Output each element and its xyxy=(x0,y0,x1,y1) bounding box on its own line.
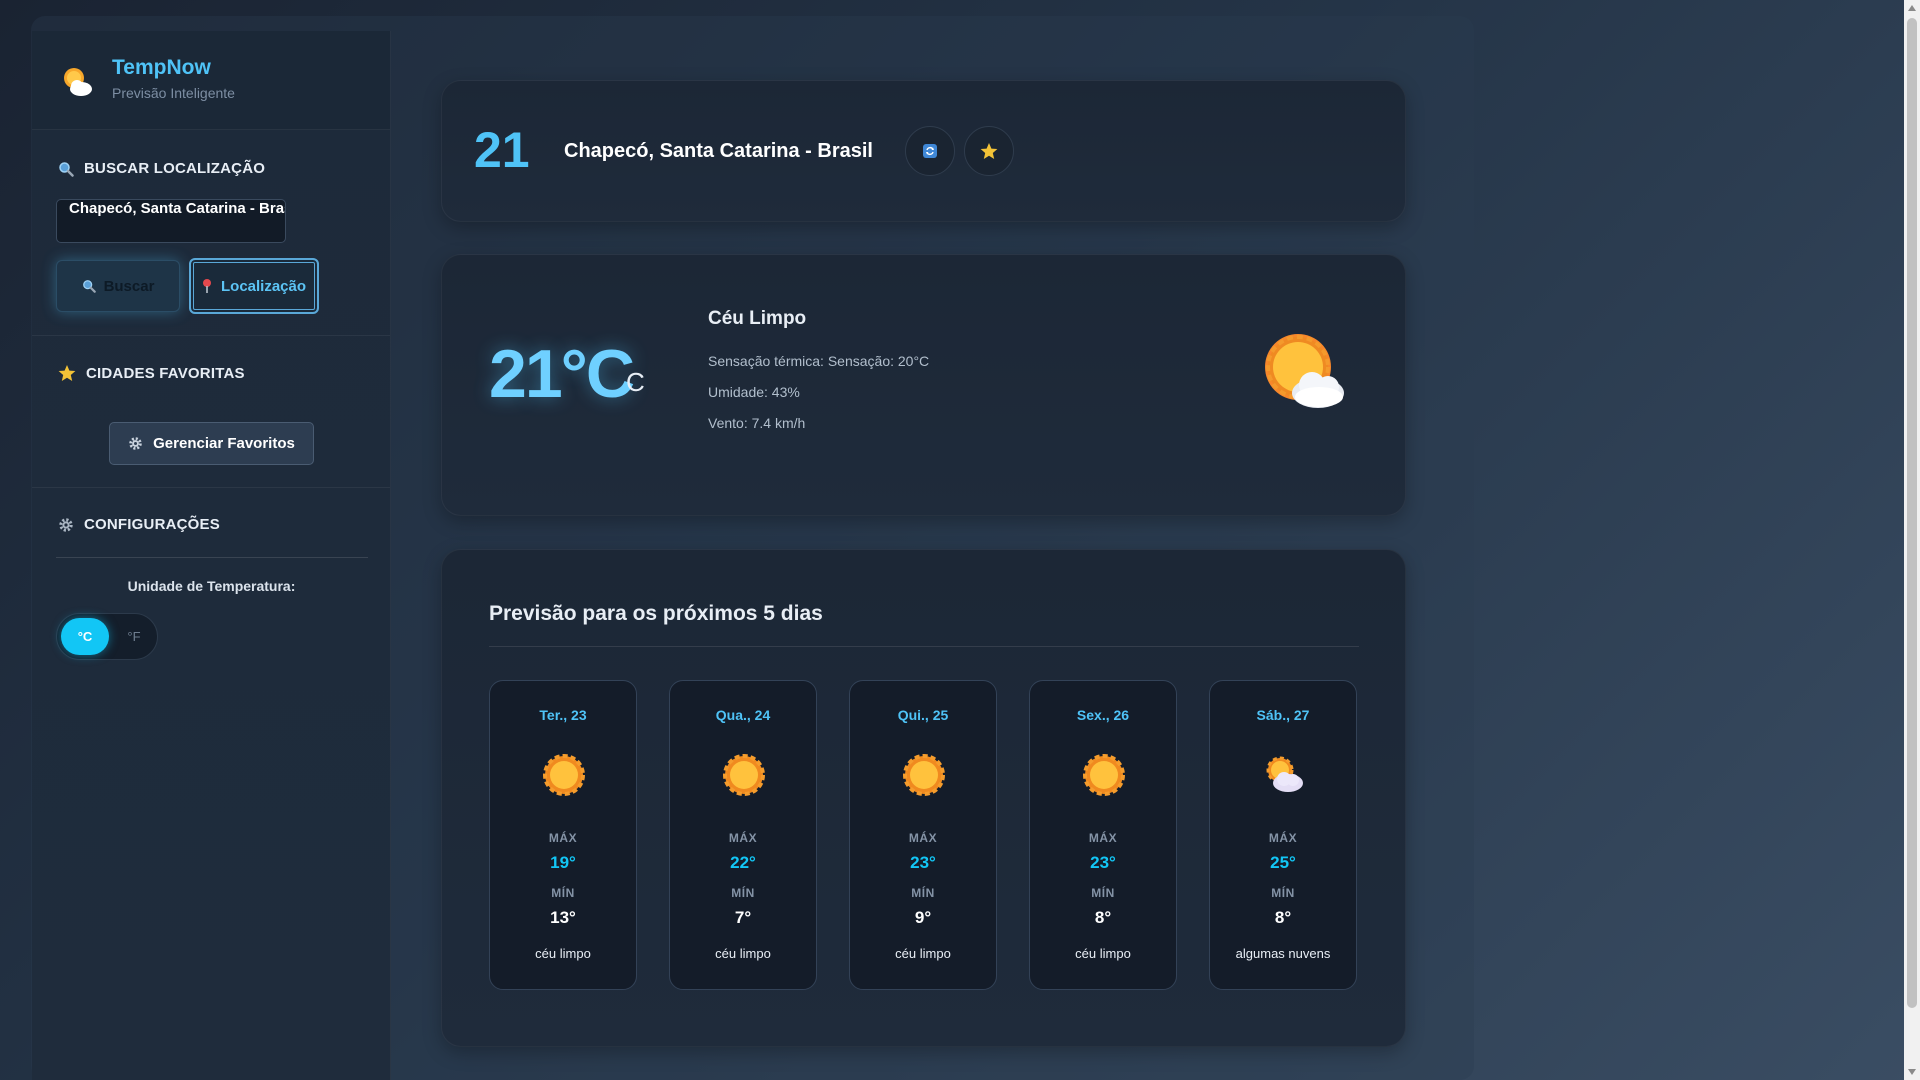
sun-cloud-icon xyxy=(64,68,92,96)
favorite-button[interactable] xyxy=(964,126,1014,176)
min-label: MÍN xyxy=(1091,886,1115,900)
forecast-day-card: Sáb., 27 MÁX 25° MÍN 8° algumas nuvens xyxy=(1209,680,1357,990)
search-button[interactable]: Buscar xyxy=(56,260,180,312)
forecast-day: Sex., 26 xyxy=(1076,707,1130,723)
brand: TempNow Previsão Inteligente xyxy=(32,31,390,130)
search-button-label: Buscar xyxy=(103,277,155,295)
current-weather-card: 21°C C Céu Limpo Sensação térmica: Sensa… xyxy=(441,254,1406,516)
scrollbar-thumb[interactable] xyxy=(1907,18,1917,1008)
min-temp: 13° xyxy=(550,908,576,927)
current-condition: Céu Limpo xyxy=(708,308,807,329)
unit-fahrenheit-option[interactable]: °F xyxy=(113,618,155,655)
unit-celsius-option[interactable]: °C xyxy=(61,618,109,655)
brand-title: TempNow xyxy=(112,56,211,79)
manage-favorites-label: Gerenciar Favoritos xyxy=(153,435,295,452)
forecast-day: Qua., 24 xyxy=(715,707,771,723)
forecast-description: céu limpo xyxy=(1075,946,1131,961)
current-temperature-unit: C xyxy=(626,367,645,397)
refresh-icon xyxy=(923,144,937,158)
forecast-description: céu limpo xyxy=(535,946,591,961)
brand-subtitle: Previsão Inteligente xyxy=(112,85,235,101)
search-input[interactable]: Chapecó, Santa Catarina - Brasil xyxy=(56,199,286,243)
forecast-day-card: Ter., 23 MÁX 19° MÍN 13° céu limpo xyxy=(489,680,637,990)
sun-cloud-icon xyxy=(1266,756,1303,792)
search-icon xyxy=(59,161,74,177)
current-temperature: 21°C xyxy=(489,336,635,412)
header-number: 21 xyxy=(474,122,530,178)
settings-section-title: CONFIGURAÇÕES xyxy=(58,516,220,533)
max-temp: 23° xyxy=(910,853,936,872)
sun-icon xyxy=(543,754,585,796)
sun-icon xyxy=(1083,754,1125,796)
max-label: MÁX xyxy=(548,831,578,845)
settings-section-label: CONFIGURAÇÕES xyxy=(84,516,220,533)
gear-icon xyxy=(129,437,142,450)
temperature-unit-label: Unidade de Temperatura: xyxy=(127,578,296,594)
page: TempNow Previsão Inteligente BUSCAR LOCA… xyxy=(0,0,1904,1080)
min-label: MÍN xyxy=(1271,886,1295,900)
scroll-up-arrow-icon[interactable] xyxy=(1908,5,1916,11)
favorites-section-label: CIDADES FAVORITAS xyxy=(86,364,245,382)
forecast-description: algumas nuvens xyxy=(1235,946,1331,961)
min-label: MÍN xyxy=(911,886,935,900)
feels-like: Sensação térmica: Sensação: 20°C xyxy=(708,353,930,369)
settings-section: CONFIGURAÇÕES Unidade de Temperatura: °C… xyxy=(32,488,390,688)
search-section-label: BUSCAR LOCALIZAÇÃO xyxy=(84,160,266,177)
min-label: MÍN xyxy=(731,886,755,900)
temperature-unit-toggle[interactable]: °C °F xyxy=(56,613,158,660)
forecast-day: Ter., 23 xyxy=(539,707,587,723)
forecast-day-card: Sex., 26 MÁX 23° MÍN 8° céu limpo xyxy=(1029,680,1177,990)
max-label: MÁX xyxy=(728,831,758,845)
header-location: Chapecó, Santa Catarina - Brasil xyxy=(564,140,873,162)
star-icon xyxy=(980,143,998,159)
max-temp: 22° xyxy=(730,853,756,872)
sun-icon xyxy=(903,754,945,796)
sun-cloud-icon xyxy=(1265,334,1344,408)
min-temp: 7° xyxy=(734,908,752,927)
scroll-down-arrow-icon[interactable] xyxy=(1908,1069,1916,1075)
settings-divider xyxy=(56,557,368,558)
forecast-day: Qui., 25 xyxy=(897,707,949,723)
forecast-day-card: Qui., 25 MÁX 23° MÍN 9° céu limpo xyxy=(849,680,997,990)
min-temp: 9° xyxy=(914,908,932,927)
forecast-description: céu limpo xyxy=(895,946,951,961)
max-temp: 25° xyxy=(1270,853,1296,872)
pin-icon xyxy=(203,279,211,293)
sidebar: TempNow Previsão Inteligente BUSCAR LOCA… xyxy=(32,31,391,1080)
sun-icon xyxy=(723,754,765,796)
max-label: MÁX xyxy=(908,831,938,845)
refresh-button[interactable] xyxy=(905,126,955,176)
min-temp: 8° xyxy=(1274,908,1292,927)
favorites-section: CIDADES FAVORITAS Gerenciar Favoritos xyxy=(32,336,390,488)
location-button[interactable]: Localização xyxy=(189,258,319,314)
wind-speed: Vento: 7.4 km/h xyxy=(708,415,806,431)
max-temp: 19° xyxy=(550,853,576,872)
min-label: MÍN xyxy=(551,886,575,900)
forecast-day: Sáb., 27 xyxy=(1256,707,1310,723)
manage-favorites-button[interactable]: Gerenciar Favoritos xyxy=(109,422,314,465)
location-header: 21 Chapecó, Santa Catarina - Brasil xyxy=(441,80,1406,222)
location-button-label: Localização xyxy=(221,277,307,295)
forecast-description: céu limpo xyxy=(715,946,771,961)
forecast-divider xyxy=(489,646,1359,647)
star-icon xyxy=(58,365,76,381)
forecast-title: Previsão para os próximos 5 dias xyxy=(489,602,823,625)
max-temp: 23° xyxy=(1090,853,1116,872)
forecast-day-card: Qua., 24 MÁX 22° MÍN 7° céu limpo xyxy=(669,680,817,990)
humidity: Umidade: 43% xyxy=(708,384,800,400)
forecast-card: Previsão para os próximos 5 dias Ter., 2… xyxy=(441,549,1406,1047)
gear-icon xyxy=(59,517,73,532)
search-icon xyxy=(82,280,96,293)
min-temp: 8° xyxy=(1094,908,1112,927)
favorites-section-title: CIDADES FAVORITAS xyxy=(58,364,245,382)
search-section-title: BUSCAR LOCALIZAÇÃO xyxy=(58,160,265,177)
max-label: MÁX xyxy=(1088,831,1118,845)
scrollbar[interactable] xyxy=(1904,0,1920,1080)
max-label: MÁX xyxy=(1268,831,1298,845)
